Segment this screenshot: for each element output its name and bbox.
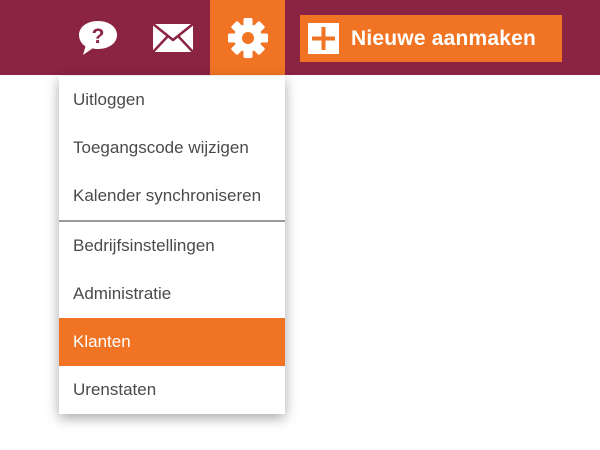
- new-create-button[interactable]: Nieuwe aanmaken: [300, 15, 562, 62]
- mail-envelope-icon: [152, 22, 194, 53]
- top-bar: ? Nieuwe aanmaken: [0, 0, 600, 75]
- settings-button[interactable]: [210, 0, 285, 75]
- plus-icon: [308, 23, 339, 54]
- settings-dropdown-menu: Uitloggen Toegangscode wijzigen Kalender…: [59, 76, 285, 414]
- menu-item-bedrijfsinstellingen[interactable]: Bedrijfsinstellingen: [59, 222, 285, 270]
- menu-item-uitloggen[interactable]: Uitloggen: [59, 76, 285, 124]
- mail-button[interactable]: [144, 0, 202, 75]
- new-create-label: Nieuwe aanmaken: [351, 26, 537, 50]
- help-button[interactable]: ?: [70, 0, 126, 75]
- menu-item-urenstaten[interactable]: Urenstaten: [59, 366, 285, 414]
- svg-text:?: ?: [92, 25, 105, 48]
- menu-item-kalender-synchroniseren[interactable]: Kalender synchroniseren: [59, 172, 285, 220]
- menu-item-toegangscode-wijzigen[interactable]: Toegangscode wijzigen: [59, 124, 285, 172]
- help-question-icon: ?: [79, 20, 117, 55]
- menu-item-administratie[interactable]: Administratie: [59, 270, 285, 318]
- gear-icon: [227, 17, 268, 58]
- menu-item-klanten[interactable]: Klanten: [59, 318, 285, 366]
